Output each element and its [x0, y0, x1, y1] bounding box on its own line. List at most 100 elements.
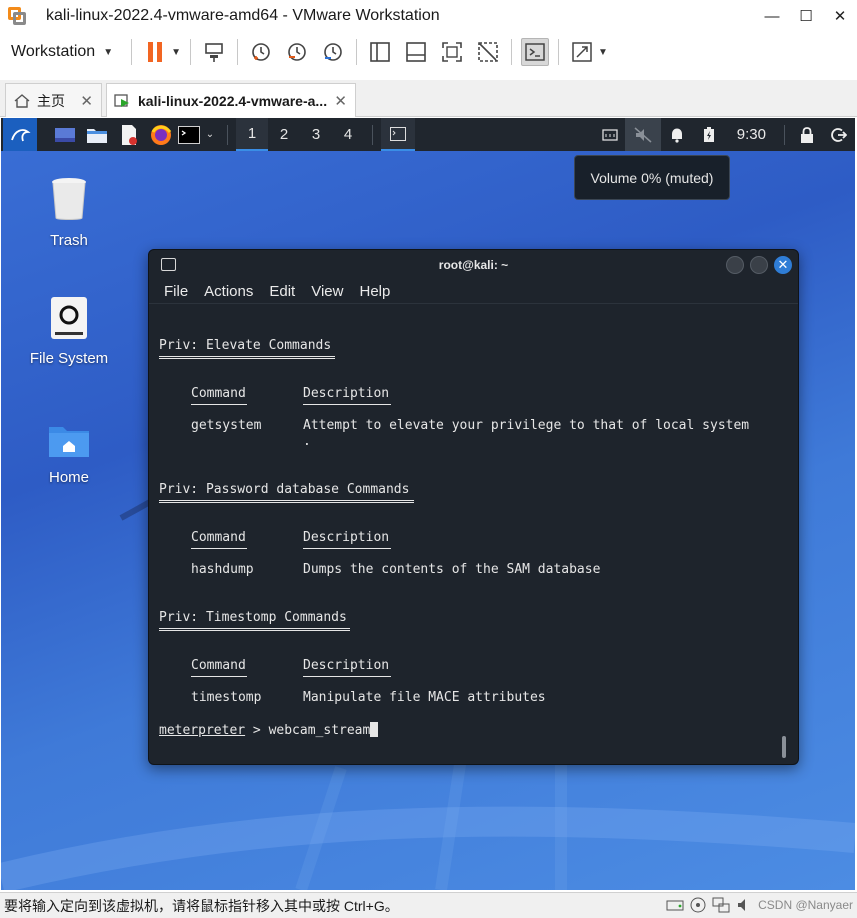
snapshot-clock-icon [252, 43, 270, 61]
maximize-icon[interactable]: ☐ [789, 0, 823, 32]
command-name: getsystem [191, 418, 262, 433]
workstation-menu-label: Workstation [11, 43, 96, 60]
send-ctrl-alt-del-button[interactable] [200, 38, 228, 66]
console-view-button[interactable] [521, 38, 549, 66]
firefox-icon [151, 124, 172, 145]
maximize-icon[interactable] [750, 256, 768, 274]
terminal-launcher[interactable] [177, 118, 201, 151]
guest-display[interactable]: ⌄ 1 2 3 4 9:30 Volume 0% (muted) Trash F… [1, 118, 855, 890]
chevron-down-icon[interactable]: ⌄ [201, 118, 219, 151]
vmware-status-bar: 要将输入定向到该虚拟机，请将鼠标指针移入其中或按 Ctrl+G。 CSDN @N… [0, 892, 857, 918]
prompt-name: meterpreter [159, 723, 246, 738]
prompt-input[interactable]: webcam_stream [269, 723, 371, 738]
hard-disk-status-icon[interactable] [666, 897, 684, 913]
command-prompt-line[interactable]: meterpreter > webcam_stream [159, 722, 379, 738]
sound-card-status-icon[interactable] [736, 897, 752, 913]
section-heading: Priv: Elevate Commands [159, 338, 332, 353]
desktop-icon-label: Home [48, 469, 89, 486]
column-header-description: Description [303, 530, 390, 545]
toolbar-divider [190, 39, 191, 65]
show-library-button[interactable] [366, 38, 394, 66]
power-indicator[interactable] [693, 118, 725, 151]
take-snapshot-button[interactable] [247, 38, 275, 66]
terminal-title-bar[interactable]: root@kali: ~ ✕ [149, 250, 798, 280]
tab-kali-vm[interactable]: kali-linux-2022.4-vmware-a... ✕ [106, 83, 356, 117]
terminal-icon [178, 125, 200, 144]
close-icon[interactable]: ✕ [334, 92, 347, 110]
thumbnail-bar-icon [406, 42, 426, 62]
column-underline [303, 676, 391, 677]
revert-clock-icon [288, 43, 306, 61]
pause-icon [148, 42, 163, 62]
stretch-guest-button[interactable] [568, 38, 596, 66]
panel-divider [372, 124, 373, 145]
workspace-4[interactable]: 4 [332, 118, 364, 151]
file-manager-launcher[interactable] [81, 118, 113, 151]
snapshot-manager-button[interactable] [319, 38, 347, 66]
kali-dragon-icon [11, 128, 31, 141]
terminal-window[interactable]: root@kali: ~ ✕ File Actions Edit View He… [148, 249, 799, 765]
command-description-wrap: . [303, 434, 311, 449]
workspace-1[interactable]: 1 [236, 118, 268, 151]
heading-underline [159, 356, 335, 359]
cd-dvd-status-icon[interactable] [690, 897, 706, 913]
desktop-icon-file-system[interactable]: File System [19, 296, 119, 367]
minimize-icon[interactable]: — [755, 0, 789, 32]
close-icon[interactable]: ✕ [823, 0, 857, 32]
text-editor-icon [122, 124, 137, 145]
volume-tooltip: Volume 0% (muted) [574, 155, 730, 200]
column-underline [303, 404, 391, 405]
menu-actions[interactable]: Actions [204, 283, 253, 300]
minimize-icon[interactable] [726, 256, 744, 274]
power-dropdown-icon[interactable]: ▼ [171, 47, 181, 58]
full-screen-icon [442, 42, 462, 62]
workstation-menu[interactable]: Workstation ▼ [11, 43, 113, 61]
revert-snapshot-button[interactable] [283, 38, 311, 66]
home-folder-icon [49, 427, 89, 457]
firefox-launcher[interactable] [145, 118, 177, 151]
toolbar-divider [558, 39, 559, 65]
desktop-icon-home[interactable]: Home [19, 423, 119, 486]
ethernet-icon [602, 128, 618, 141]
vmware-toolbar: Workstation ▼ ▼ ▼ [0, 32, 857, 72]
show-desktop-button[interactable] [49, 118, 81, 151]
snapshot-manager-icon [324, 43, 342, 61]
command-description: Manipulate file MACE attributes [303, 690, 546, 705]
panel-clock[interactable]: 9:30 [737, 126, 766, 143]
kali-menu-button[interactable] [3, 118, 37, 151]
stretch-dropdown-icon[interactable]: ▼ [598, 47, 608, 58]
show-thumbnail-bar-button[interactable] [402, 38, 430, 66]
battery-charging-icon [703, 126, 714, 142]
taskbar-terminal-window[interactable] [381, 118, 415, 151]
text-editor-launcher[interactable] [113, 118, 145, 151]
logout-button[interactable] [823, 118, 855, 151]
full-screen-button[interactable] [438, 38, 466, 66]
tab-home[interactable]: 主页 ✕ [5, 83, 102, 117]
close-icon[interactable]: ✕ [80, 92, 93, 110]
pause-vm-button[interactable] [141, 38, 169, 66]
section-heading: Priv: Password database Commands [159, 482, 410, 497]
tab-kali-vm-label: kali-linux-2022.4-vmware-a... [138, 92, 328, 109]
text-cursor [370, 722, 379, 737]
volume-indicator[interactable] [624, 118, 661, 151]
window-title: kali-linux-2022.4-vmware-amd64 - VMware … [46, 7, 440, 24]
workspace-2[interactable]: 2 [268, 118, 300, 151]
folder-icon [87, 128, 107, 143]
terminal-scrollbar[interactable] [782, 736, 786, 758]
menu-view[interactable]: View [311, 283, 343, 300]
menu-help[interactable]: Help [359, 283, 390, 300]
notifications-indicator[interactable] [661, 118, 693, 151]
workspace-3[interactable]: 3 [300, 118, 332, 151]
close-icon[interactable]: ✕ [774, 256, 792, 274]
toolbar-divider [237, 39, 238, 65]
column-underline [191, 548, 247, 549]
menu-file[interactable]: File [164, 283, 188, 300]
heading-underline [159, 500, 414, 503]
network-indicator[interactable] [595, 118, 625, 151]
network-adapter-status-icon[interactable] [712, 897, 730, 913]
command-description: Attempt to elevate your privilege to tha… [303, 418, 750, 433]
unity-button[interactable] [474, 38, 502, 66]
menu-edit[interactable]: Edit [269, 283, 295, 300]
lock-screen-button[interactable] [791, 118, 823, 151]
desktop-icon-trash[interactable]: Trash [19, 176, 119, 249]
